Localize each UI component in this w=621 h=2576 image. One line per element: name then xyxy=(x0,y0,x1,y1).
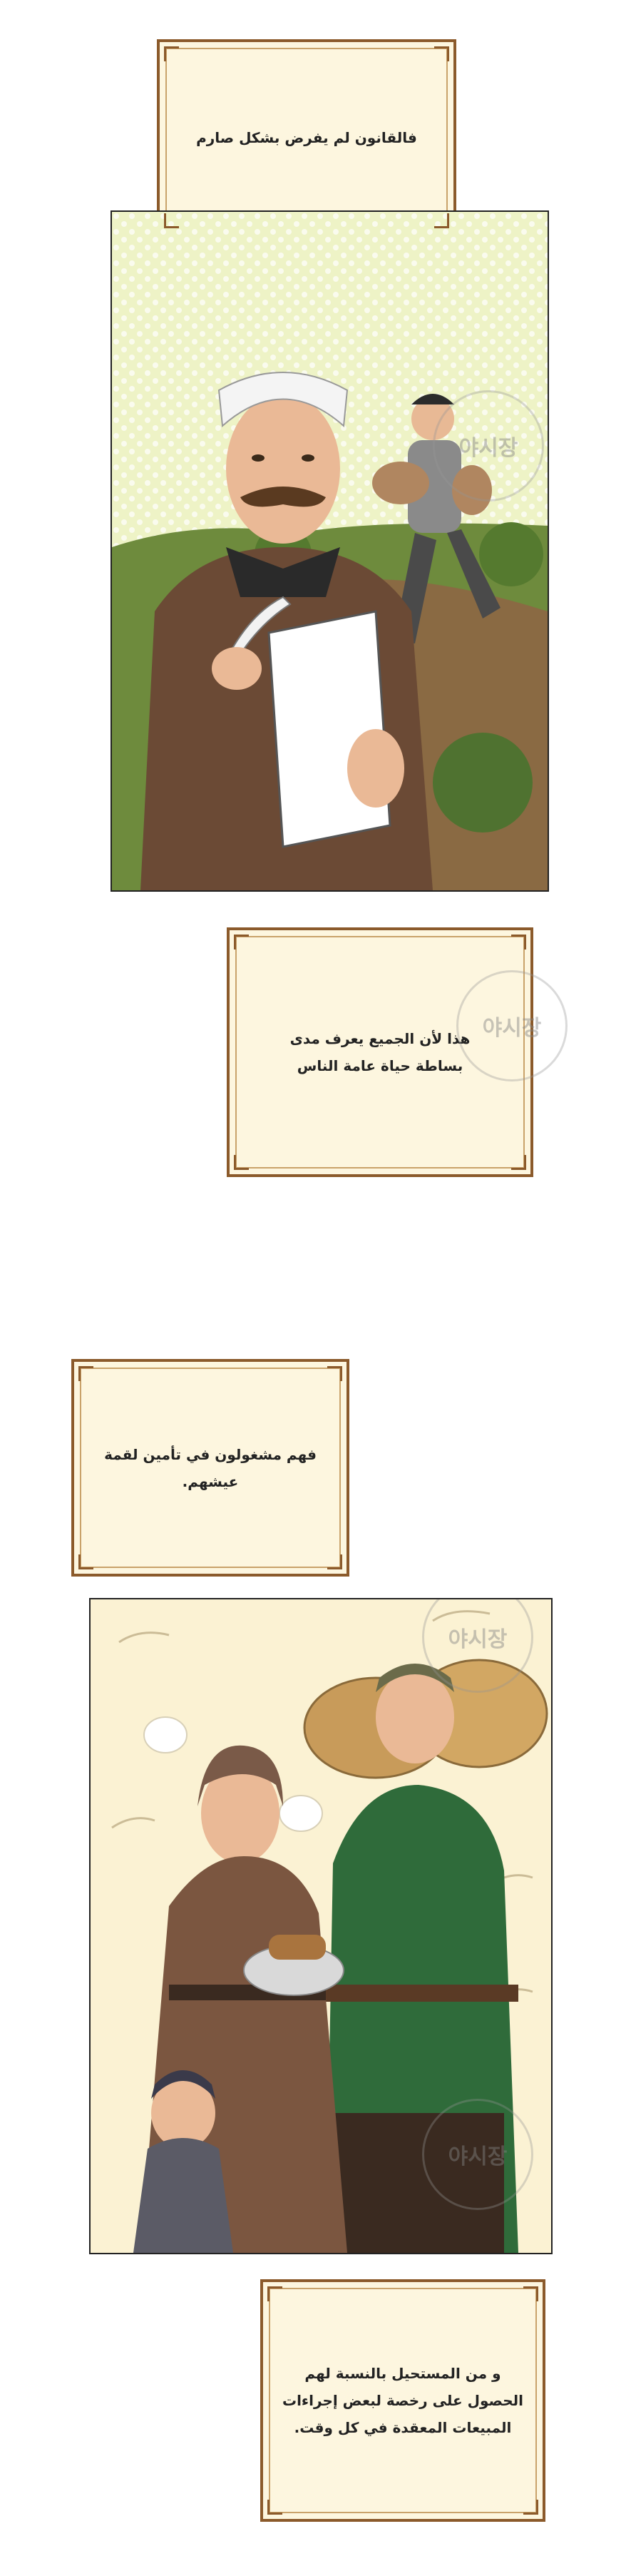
frame-corner xyxy=(267,2500,282,2515)
frame-corner xyxy=(523,2286,538,2301)
caption-text-3: فهم مشغولون في تأمين لقمة عيشهم. xyxy=(104,1445,317,1490)
frame-corner xyxy=(327,1554,342,1569)
comic-panel-1: 야시장 xyxy=(111,210,549,892)
watermark-stamp: 야시장 xyxy=(422,2099,533,2210)
watermark-stamp: 야시장 xyxy=(456,970,568,1081)
frame-corner xyxy=(164,46,179,61)
frame-corner xyxy=(327,1366,342,1381)
frame-corner xyxy=(434,46,449,61)
frame-corner xyxy=(78,1366,93,1381)
frame-corner xyxy=(78,1554,93,1569)
frame-corner xyxy=(234,1155,249,1170)
watermark-stamp: 야시장 xyxy=(433,390,544,502)
caption-box-4: و من المستحيل بالنسبة لهم الحصول على رخص… xyxy=(260,2279,545,2522)
frame-corner xyxy=(511,935,526,950)
frame-corner xyxy=(434,213,449,228)
frame-corner xyxy=(511,1155,526,1170)
caption-box-3: فهم مشغولون في تأمين لقمة عيشهم. xyxy=(71,1359,349,1577)
frame-corner xyxy=(523,2500,538,2515)
caption-text-2: هذا لأن الجميع يعرف مدى بساطة حياة عامة … xyxy=(289,1030,471,1074)
frame-corner xyxy=(234,935,249,950)
frame-corner xyxy=(164,213,179,228)
comic-panel-2: 야시장 야시장 xyxy=(89,1598,553,2254)
frame-corner xyxy=(267,2286,282,2301)
caption-box-1: فالقانون لم يفرض بشكل صارم xyxy=(157,39,456,235)
scribe-illustration xyxy=(112,212,548,890)
caption-text-4: و من المستحيل بالنسبة لهم الحصول على رخص… xyxy=(282,2365,524,2436)
caption-text-1: فالقانون لم يفرض بشكل صارم xyxy=(196,128,417,146)
